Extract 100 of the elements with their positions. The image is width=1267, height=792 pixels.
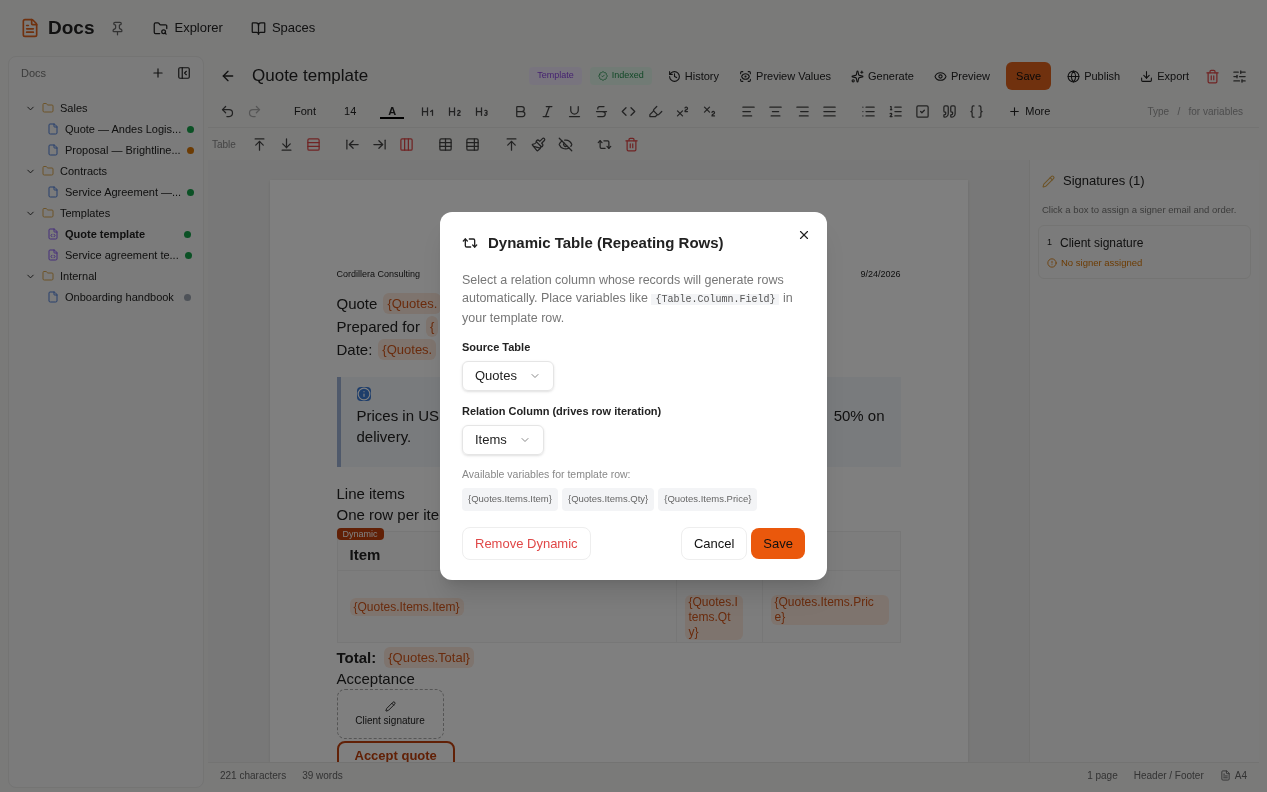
word-count: 39 words (302, 769, 343, 783)
pin-icon[interactable] (110, 20, 126, 36)
field-label: Relation Column (drives row iteration) (462, 403, 663, 419)
globe-icon (1067, 69, 1081, 83)
document-item[interactable]: Service Agreement —... (21, 181, 191, 203)
sidebar-title: Docs (21, 66, 47, 81)
column-header: Item (349, 546, 381, 563)
signer-status: No signer assigned (1061, 256, 1143, 270)
sparkles-icon (851, 69, 865, 83)
document-item[interactable]: Quote — Andes Logis... (21, 118, 191, 140)
status-badge: Indexed (589, 67, 652, 85)
cancel-button[interactable]: Cancel (680, 526, 748, 560)
field-label: Prepared for (336, 317, 420, 337)
pencil-icon (1042, 174, 1055, 188)
collapse-sidebar-icon[interactable] (177, 66, 191, 81)
book-icon (250, 20, 266, 36)
file-icon (47, 123, 59, 135)
variable-chip: {Quotes.Items.Qty} (684, 595, 743, 640)
page-count: 1 page (1087, 769, 1118, 783)
font-size-dropdown[interactable]: 14 (332, 103, 369, 120)
info-icon (356, 387, 371, 401)
panel-title: Signatures (1) (1063, 172, 1145, 191)
variable-chip: { (425, 316, 439, 337)
variable-chip: {Quotes. (383, 293, 442, 314)
folder-search-icon (153, 20, 169, 36)
folder-item[interactable]: Contracts (21, 160, 191, 182)
download-icon (1140, 69, 1154, 83)
file-icon (1219, 770, 1231, 781)
indexed-icon (597, 71, 608, 81)
acceptance-heading: Acceptance (336, 669, 416, 689)
folder-item[interactable]: Sales (21, 97, 191, 119)
callout-text: 50% on (833, 406, 885, 426)
toolbar-button[interactable]: Preview Values (731, 63, 840, 89)
dialog-description: Select a relation column whose records will generate rows automatically. Place variables like {Table.Column.Field} in your template row. (462, 271, 794, 327)
character-count: 221 characters (220, 769, 287, 783)
code-sample: {Table.Column.Field} (651, 293, 780, 305)
status-badge: Template (529, 67, 582, 85)
variable-chip: {Quotes.Items.Item} (349, 598, 464, 616)
variable-chip[interactable]: {Quotes.Items.Item} (462, 488, 558, 511)
signature-box[interactable]: Client signature (336, 689, 444, 739)
signature-label: Client signature (355, 714, 425, 727)
variable-chip[interactable]: {Quotes.Items.Price} (658, 488, 758, 511)
accept-quote-button[interactable]: Accept quote (336, 741, 455, 762)
folder-icon (42, 102, 54, 114)
more-button[interactable]: More (1008, 103, 1051, 120)
select-dropdown[interactable]: Items (462, 425, 544, 455)
nav-tab[interactable]: Explorer (153, 18, 223, 38)
toolbar-button[interactable]: Generate (843, 63, 922, 89)
dialog-title: Dynamic Table (Repeating Rows) (488, 233, 724, 253)
document-item[interactable]: Service agreement te... (21, 244, 191, 266)
folder-icon (42, 270, 54, 282)
document-icon (20, 18, 40, 38)
header-footer-button[interactable]: Header / Footer (1133, 768, 1204, 783)
company-name: Cordillera Consulting (336, 268, 421, 280)
history-icon (667, 69, 681, 83)
nav-tab[interactable]: Spaces (250, 18, 316, 38)
template-file-icon (47, 228, 59, 240)
close-button[interactable] (797, 228, 811, 242)
font-dropdown[interactable]: Font (282, 103, 328, 120)
document-item[interactable]: Proposal — Brightline... (21, 139, 191, 161)
folder-icon (42, 207, 54, 219)
field-label: Quote (336, 294, 378, 314)
eye-icon (933, 69, 947, 83)
text-color-button[interactable]: A (380, 104, 405, 119)
document-date: 9/24/2026 (860, 268, 901, 280)
add-icon[interactable] (151, 66, 165, 81)
section-note: One row per ite (336, 506, 440, 523)
callout-text: Prices in US (356, 406, 440, 426)
toolbar-button[interactable]: Publish (1059, 63, 1129, 89)
document-item[interactable]: Onboarding handbook (21, 286, 191, 308)
signature-name: Client signature (1060, 235, 1144, 252)
scan-eye-icon (739, 69, 753, 83)
folder-icon (42, 165, 54, 177)
field-label: Date: (336, 340, 373, 360)
variable-chip[interactable]: {Quotes.Items.Qty} (561, 488, 655, 511)
dynamic-badge: Dynamic (336, 528, 384, 540)
file-icon (47, 186, 59, 198)
section-heading: Line items (336, 485, 405, 502)
toolbar-button[interactable]: History (659, 63, 728, 89)
file-icon (47, 144, 59, 156)
field-label: Source Table (462, 339, 532, 355)
save-button[interactable]: Save (751, 527, 805, 559)
remove-dynamic-button[interactable]: Remove Dynamic (462, 526, 591, 560)
paper-size-button[interactable]: A4 (1219, 768, 1247, 783)
template-file-icon (47, 249, 59, 261)
variable-chip: {Quotes. (378, 339, 437, 360)
folder-item[interactable]: Templates (21, 202, 191, 224)
alert-icon (1047, 258, 1057, 269)
variable-chip: {Quotes.Total} (384, 647, 474, 668)
file-icon (47, 291, 59, 303)
select-dropdown[interactable]: Quotes (462, 361, 554, 391)
signature-number: 1 (1047, 236, 1052, 250)
toolbar-button[interactable]: Export (1132, 63, 1197, 89)
toolbar-button[interactable]: Preview (925, 63, 999, 89)
document-item[interactable]: Quote template (21, 223, 191, 245)
total-label: Total: (336, 648, 377, 668)
plus-icon (1008, 105, 1022, 118)
variable-chip: {Quotes.Items.Price} (770, 595, 889, 625)
signature-card[interactable]: 1 Client signature No signer assigned (1038, 225, 1251, 280)
folder-item[interactable]: Internal (21, 265, 191, 287)
